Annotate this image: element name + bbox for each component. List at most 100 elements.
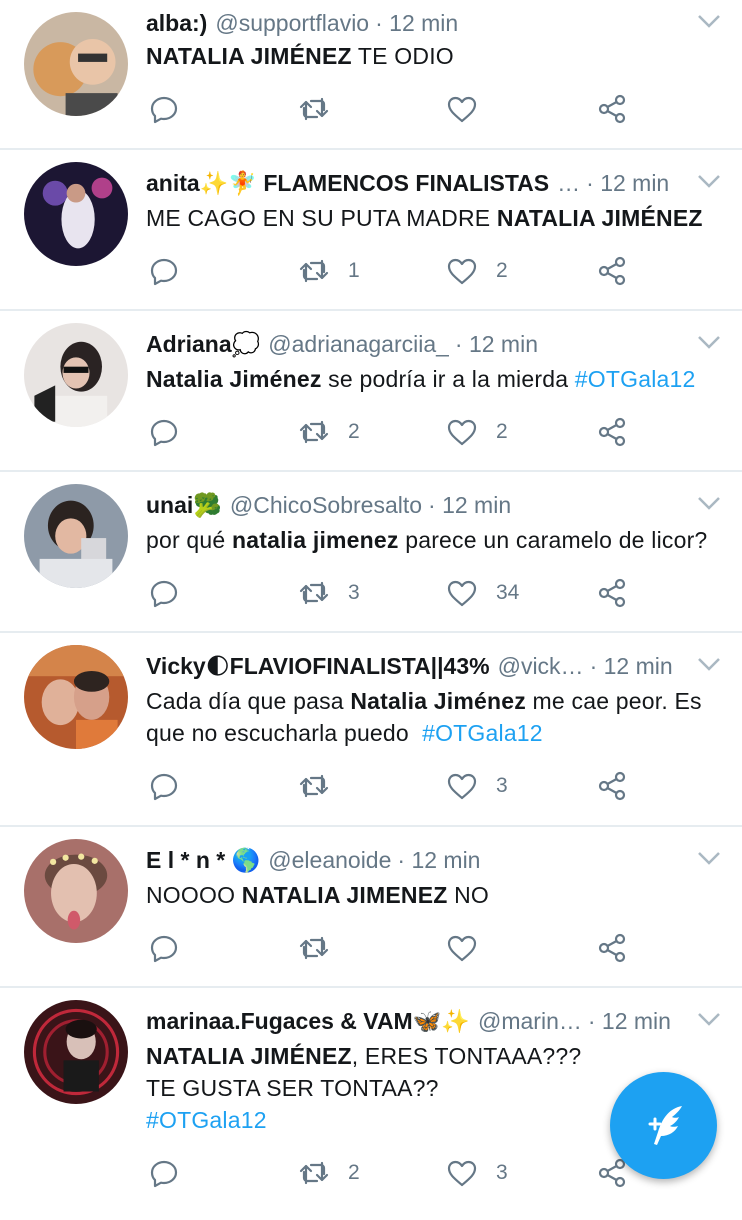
tweet[interactable]: Vicky🌓FLAVIOFINALISTA||43% @vick… · 12 m… (0, 633, 742, 827)
chevron-down-icon[interactable] (696, 1010, 722, 1028)
retweet-icon (299, 581, 329, 605)
reply-icon (150, 258, 178, 286)
reply-icon (150, 419, 178, 447)
like-button[interactable]: 34 (446, 576, 519, 610)
reply-button[interactable] (148, 415, 180, 449)
retweet-count: 2 (348, 420, 360, 443)
timestamp: · 12 min (428, 492, 512, 518)
chevron-down-icon[interactable] (696, 655, 722, 673)
display-name[interactable]: E l * n * 🌎 (146, 845, 260, 875)
display-name[interactable]: unai🥦 (146, 490, 222, 520)
chevron-down-icon[interactable] (696, 172, 722, 190)
retweet-count: 2 (348, 1161, 360, 1184)
timestamp: · 12 min (397, 847, 481, 873)
reply-button[interactable] (148, 576, 180, 610)
share-icon (598, 94, 626, 124)
tweet[interactable]: Adriana💭 @adrianagarciia_ · 12 min Natal… (0, 311, 742, 472)
tweet-header: alba:) @supportflavio · 12 min (146, 8, 682, 38)
like-button[interactable]: 3 (446, 1156, 508, 1190)
chevron-down-icon[interactable] (696, 12, 722, 30)
retweet-button[interactable]: 2 (298, 415, 360, 449)
reply-button[interactable] (148, 254, 180, 288)
retweet-button[interactable] (298, 769, 348, 803)
tweet-actions: 1 2 (146, 254, 702, 288)
share-icon (598, 771, 626, 801)
like-button[interactable]: 2 (446, 254, 508, 288)
tweet-text: Natalia Jiménez se podría ir a la mierda… (146, 366, 696, 392)
tweet-text: NOOOO NATALIA JIMENEZ NO (146, 882, 489, 908)
like-count: 3 (496, 774, 508, 797)
like-button[interactable]: 2 (446, 415, 508, 449)
reply-button[interactable] (148, 1156, 180, 1190)
heart-icon (447, 773, 477, 800)
share-button[interactable] (596, 415, 628, 449)
tweet-text: NATALIA JIMÉNEZ TE ODIO (146, 43, 454, 69)
tweet[interactable]: anita✨🧚 FLAMENCOS FINALISTAS … · 12 min … (0, 150, 742, 311)
tweet[interactable]: alba:) @supportflavio · 12 min NATALIA J… (0, 0, 742, 150)
tweet-actions (146, 92, 702, 126)
tweet-actions: 2 2 (146, 415, 702, 449)
chevron-down-icon[interactable] (696, 333, 722, 351)
tweet-header: Adriana💭 @adrianagarciia_ · 12 min (146, 329, 682, 359)
username: @vick… (497, 653, 584, 679)
retweet-button[interactable] (298, 931, 348, 965)
chevron-down-icon[interactable] (696, 849, 722, 867)
retweet-icon (299, 774, 329, 798)
tweet-feed: alba:) @supportflavio · 12 min NATALIA J… (0, 0, 742, 1220)
reply-button[interactable] (148, 931, 180, 965)
timestamp: · 12 min (589, 653, 673, 679)
avatar[interactable] (24, 484, 128, 588)
heart-icon (447, 258, 477, 285)
display-name[interactable]: alba:) (146, 8, 207, 38)
reply-button[interactable] (148, 769, 180, 803)
tweet[interactable]: unai🥦 @ChicoSobresalto · 12 min por qué … (0, 472, 742, 633)
retweet-count: 1 (348, 259, 360, 282)
display-name[interactable]: anita✨🧚 FLAMENCOS FINALISTAS (146, 168, 549, 198)
avatar[interactable] (24, 839, 128, 943)
avatar[interactable] (24, 12, 128, 116)
reply-button[interactable] (148, 92, 180, 126)
heart-icon (447, 580, 477, 607)
tweet-header: Vicky🌓FLAVIOFINALISTA||43% @vick… · 12 m… (146, 651, 682, 681)
avatar[interactable] (24, 162, 128, 266)
tweet-header: unai🥦 @ChicoSobresalto · 12 min (146, 490, 682, 520)
username: @supportflavio (215, 10, 370, 36)
username: … (557, 170, 581, 196)
share-button[interactable] (596, 576, 628, 610)
share-button[interactable] (596, 931, 628, 965)
retweet-button[interactable]: 2 (298, 1156, 360, 1190)
heart-icon (447, 96, 477, 123)
tweet-header: marinaa.Fugaces & VAM🦋✨ @marin… · 12 min (146, 1006, 682, 1036)
reply-icon (150, 935, 178, 963)
chevron-down-icon[interactable] (696, 494, 722, 512)
like-button[interactable] (446, 931, 496, 965)
compose-tweet-button[interactable] (610, 1072, 717, 1179)
retweet-icon (299, 420, 329, 444)
share-button[interactable] (596, 769, 628, 803)
compose-tweet-icon (648, 1105, 682, 1145)
avatar[interactable] (24, 1000, 128, 1104)
retweet-button[interactable]: 1 (298, 254, 360, 288)
like-button[interactable]: 3 (446, 769, 508, 803)
timestamp: · 12 min (586, 170, 670, 196)
tweet-actions: 3 34 (146, 576, 702, 610)
timestamp: · 12 min (587, 1008, 671, 1034)
tweet-header: E l * n * 🌎 @eleanoide · 12 min (146, 845, 682, 875)
display-name[interactable]: marinaa.Fugaces & VAM🦋✨ (146, 1006, 470, 1036)
like-button[interactable] (446, 92, 496, 126)
retweet-icon (299, 259, 329, 283)
avatar[interactable] (24, 645, 128, 749)
retweet-button[interactable] (298, 92, 348, 126)
display-name[interactable]: Adriana💭 (146, 329, 260, 359)
display-name[interactable]: Vicky🌓FLAVIOFINALISTA||43% (146, 651, 490, 681)
tweet[interactable]: E l * n * 🌎 @eleanoide · 12 min NOOOO NA… (0, 827, 742, 988)
tweet-actions (146, 931, 702, 965)
share-icon (598, 417, 626, 447)
username: @eleanoide (268, 847, 392, 873)
tweet-text: ME CAGO EN SU PUTA MADRE NATALIA JIMÉNEZ (146, 205, 703, 231)
avatar[interactable] (24, 323, 128, 427)
share-button[interactable] (596, 254, 628, 288)
share-icon (598, 256, 626, 286)
retweet-button[interactable]: 3 (298, 576, 360, 610)
share-button[interactable] (596, 92, 628, 126)
